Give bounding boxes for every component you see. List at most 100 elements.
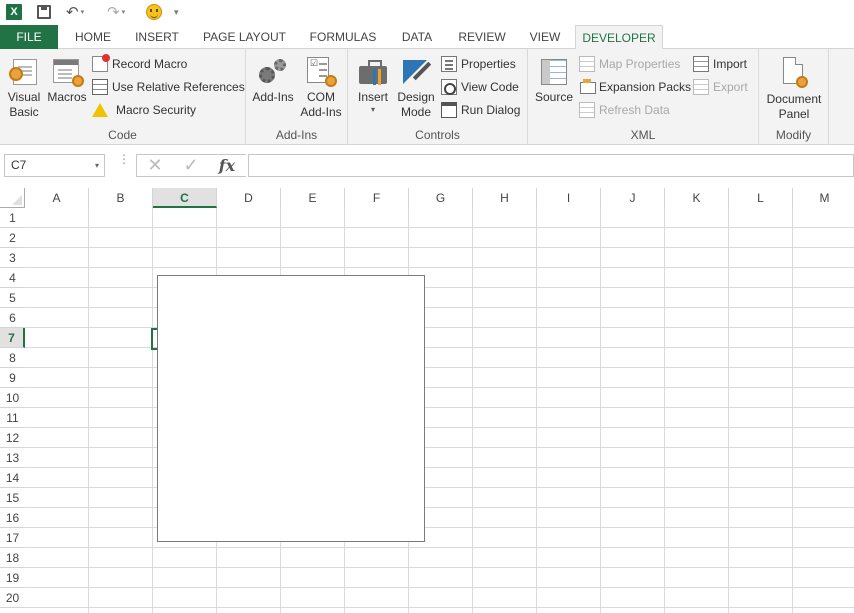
toolbox-icon (358, 57, 388, 87)
group-label-addins: Add-Ins (275, 128, 318, 142)
group-xml: Source Map Properties Expansion Packs Re… (528, 49, 759, 145)
run-dialog-icon (441, 102, 457, 118)
addins-button[interactable]: Add-Ins (250, 57, 296, 105)
column-header-b[interactable]: B (89, 188, 153, 208)
column-header-j[interactable]: J (601, 188, 665, 208)
group-modify: Document Panel Modify (759, 49, 829, 145)
tab-review[interactable]: REVIEW (451, 25, 513, 49)
row-header-7[interactable]: 7 (0, 328, 25, 348)
refresh-data-button[interactable]: Refresh Data (579, 100, 670, 120)
name-box[interactable]: C7 ▾ (4, 154, 105, 177)
row-header-8[interactable]: 8 (0, 348, 25, 368)
column-header-l[interactable]: L (729, 188, 793, 208)
row-header-15[interactable]: 15 (0, 488, 25, 508)
insert-control-button[interactable]: Insert ▾ (354, 57, 392, 115)
redo-dropdown-icon[interactable]: ▾ (122, 8, 126, 16)
row-header-16[interactable]: 16 (0, 508, 25, 528)
formula-bar: C7 ▾ ⋮ ✕ ✓ fx (0, 150, 854, 182)
save-button[interactable] (37, 2, 51, 22)
row-header-4[interactable]: 4 (0, 268, 25, 288)
column-header-c[interactable]: C (153, 188, 217, 208)
tab-formulas[interactable]: FORMULAS (303, 25, 383, 49)
tab-file[interactable]: FILE (0, 25, 58, 49)
column-header-i[interactable]: I (537, 188, 601, 208)
addins-label: Add-Ins (252, 90, 294, 104)
enter-icon[interactable]: ✓ (173, 155, 209, 176)
properties-button[interactable]: Properties (441, 54, 516, 74)
export-button[interactable]: Export (693, 77, 748, 97)
column-header-f[interactable]: F (345, 188, 409, 208)
formula-input[interactable] (248, 154, 854, 177)
row-header-2[interactable]: 2 (0, 228, 25, 248)
macros-button[interactable]: Macros (45, 57, 89, 105)
tab-page-layout[interactable]: PAGE LAYOUT (196, 25, 293, 49)
macro-security-button[interactable]: Macro Security (92, 100, 196, 120)
document-panel-button[interactable]: Document Panel (761, 57, 827, 122)
column-header-h[interactable]: H (473, 188, 537, 208)
excel-logo-icon[interactable]: X (6, 2, 22, 22)
import-button[interactable]: Import (693, 54, 747, 74)
row-header-5[interactable]: 5 (0, 288, 25, 308)
visual-basic-label: Visual Basic (7, 90, 41, 119)
redo-button[interactable]: ↷ ▾ (107, 2, 125, 22)
row-header-18[interactable]: 18 (0, 548, 25, 568)
cancel-icon[interactable]: ✕ (137, 155, 173, 176)
row-header-19[interactable]: 19 (0, 568, 25, 588)
design-mode-label: Design Mode (397, 90, 435, 119)
import-label: Import (713, 57, 748, 71)
tab-view[interactable]: VIEW (521, 25, 569, 49)
relative-references-icon (92, 79, 108, 95)
row-header-6[interactable]: 6 (0, 308, 25, 328)
com-addins-icon (305, 57, 337, 87)
source-button[interactable]: Source (534, 57, 574, 105)
row-header-10[interactable]: 10 (0, 388, 25, 408)
row-header-9[interactable]: 9 (0, 368, 25, 388)
userform-canvas[interactable] (157, 275, 425, 542)
cells-area[interactable] (25, 208, 854, 613)
column-header-e[interactable]: E (281, 188, 345, 208)
map-properties-label: Map Properties (599, 57, 681, 71)
row-header-17[interactable]: 17 (0, 528, 25, 548)
tab-data[interactable]: DATA (393, 25, 441, 49)
refresh-data-label: Refresh Data (599, 103, 670, 117)
visual-basic-button[interactable]: Visual Basic (3, 57, 45, 120)
view-code-icon (441, 79, 457, 95)
row-header-13[interactable]: 13 (0, 448, 25, 468)
send-smile-button[interactable] (146, 2, 162, 22)
ribbon: Visual Basic Macros Record Macro Use Rel… (0, 49, 854, 145)
column-header-k[interactable]: K (665, 188, 729, 208)
expansion-packs-button[interactable]: Expansion Packs (579, 77, 691, 97)
column-header-g[interactable]: G (409, 188, 473, 208)
com-addins-button[interactable]: COM Add-Ins (298, 57, 344, 120)
select-all-button[interactable] (0, 188, 25, 208)
undo-dropdown-icon[interactable]: ▾ (81, 8, 85, 16)
row-header-20[interactable]: 20 (0, 588, 25, 608)
row-header-11[interactable]: 11 (0, 408, 25, 428)
row-header-12[interactable]: 12 (0, 428, 25, 448)
undo-button[interactable]: ↶ ▾ (66, 2, 84, 22)
name-box-dropdown-icon[interactable]: ▾ (95, 155, 99, 176)
tab-developer[interactable]: DEVELOPER (575, 25, 663, 50)
xml-source-icon (539, 57, 569, 87)
record-macro-button[interactable]: Record Macro (92, 54, 187, 74)
group-label-xml: XML (630, 128, 656, 142)
tab-insert[interactable]: INSERT (128, 25, 186, 49)
excel-logo-letter: X (6, 4, 22, 20)
source-label: Source (534, 90, 574, 104)
tab-home[interactable]: HOME (64, 25, 122, 49)
customize-qat-button[interactable]: ▾ (172, 2, 179, 22)
column-header-d[interactable]: D (217, 188, 281, 208)
insert-function-button[interactable]: fx (209, 156, 245, 175)
macro-security-label: Macro Security (116, 103, 197, 117)
column-header-m[interactable]: M (793, 188, 854, 208)
formula-bar-resize-handle[interactable]: ⋮ (118, 153, 130, 165)
design-mode-button[interactable]: Design Mode (394, 57, 438, 120)
row-header-14[interactable]: 14 (0, 468, 25, 488)
view-code-button[interactable]: View Code (441, 77, 519, 97)
row-header-3[interactable]: 3 (0, 248, 25, 268)
row-header-1[interactable]: 1 (0, 208, 25, 228)
use-relative-references-button[interactable]: Use Relative References (92, 77, 245, 97)
run-dialog-button[interactable]: Run Dialog (441, 100, 520, 120)
column-header-a[interactable]: A (25, 188, 89, 208)
map-properties-button[interactable]: Map Properties (579, 54, 680, 74)
